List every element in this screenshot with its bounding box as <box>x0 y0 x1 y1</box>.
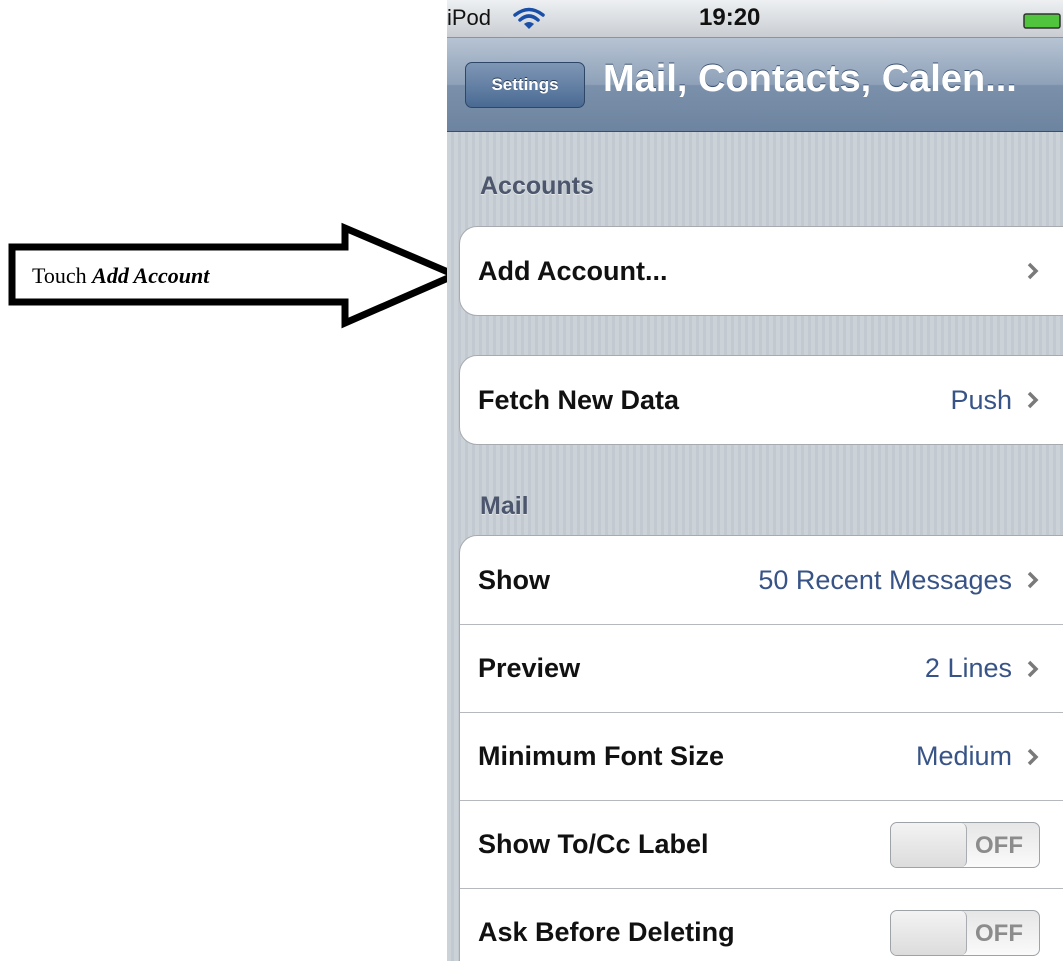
accounts-group: Add Account... <box>459 226 1063 316</box>
page-title: Mail, Contacts, Calen... <box>603 58 1017 100</box>
row-label: Show <box>478 564 550 595</box>
toggle-knob <box>891 823 967 867</box>
settings-back-button[interactable]: Settings <box>465 62 585 108</box>
fetch-new-data-row[interactable]: Fetch New Data Push <box>460 356 1063 444</box>
ask-before-deleting-toggle[interactable]: OFF <box>890 910 1040 956</box>
wifi-icon <box>513 7 545 29</box>
callout-emphasis: Add Account <box>92 263 210 288</box>
row-value: 2 Lines <box>924 653 1012 683</box>
battery-icon <box>1023 13 1061 29</box>
device-screen: iPod 19:20 Settings Mail, Contacts, Cale… <box>447 0 1063 961</box>
carrier-label: iPod <box>447 5 492 30</box>
navigation-bar: Settings Mail, Contacts, Calen... <box>447 38 1063 132</box>
row-value: Push <box>950 384 1012 415</box>
add-account-row[interactable]: Add Account... <box>460 227 1063 315</box>
section-header-mail: Mail <box>480 492 529 520</box>
chevron-right-icon <box>1027 660 1039 678</box>
row-label: Minimum Font Size <box>478 741 724 771</box>
section-header-accounts: Accounts <box>480 172 594 200</box>
chevron-right-icon <box>1027 748 1039 766</box>
fetch-group: Fetch New Data Push <box>459 355 1063 445</box>
show-row[interactable]: Show 50 Recent Messages <box>460 536 1063 624</box>
callout-arrow <box>8 222 460 329</box>
callout-prefix: Touch <box>32 263 87 288</box>
row-label: Ask Before Deleting <box>478 917 735 947</box>
callout-label: Touch Add Account <box>32 258 332 294</box>
chevron-right-icon <box>1027 571 1039 589</box>
row-label: Preview <box>478 653 581 683</box>
toggle-state: OFF <box>975 920 1023 947</box>
show-to-cc-label-row: Show To/Cc Label OFF <box>460 800 1063 888</box>
toggle-knob <box>891 911 967 955</box>
row-label: Add Account... <box>478 255 668 286</box>
status-time: 19:20 <box>699 4 761 31</box>
show-to-cc-toggle[interactable]: OFF <box>890 822 1040 868</box>
ask-before-deleting-row: Ask Before Deleting OFF <box>460 888 1063 961</box>
row-value: Medium <box>915 741 1012 771</box>
chevron-right-icon <box>1027 262 1039 280</box>
instruction-callout: Touch Add Account <box>0 0 460 961</box>
minimum-font-size-row[interactable]: Minimum Font Size Medium <box>460 712 1063 800</box>
row-value: 50 Recent Messages <box>758 564 1012 595</box>
status-bar: iPod 19:20 <box>447 0 1063 38</box>
row-label: Show To/Cc Label <box>478 829 709 859</box>
row-label: Fetch New Data <box>478 384 680 415</box>
preview-row[interactable]: Preview 2 Lines <box>460 624 1063 712</box>
back-button-label: Settings <box>491 75 559 94</box>
toggle-state: OFF <box>975 832 1023 859</box>
chevron-right-icon <box>1027 391 1039 409</box>
mail-group: Show 50 Recent Messages Preview 2 Lines … <box>459 535 1063 961</box>
